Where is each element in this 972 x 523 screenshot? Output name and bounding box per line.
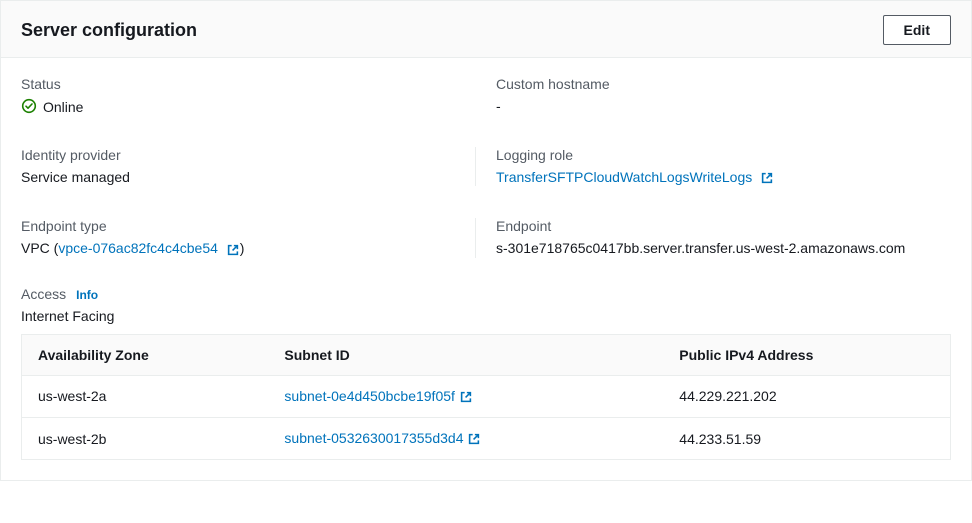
field-value-identity-provider: Service managed — [21, 169, 455, 185]
field-value-endpoint: s-301e718765c0417bb.server.transfer.us-w… — [496, 240, 951, 256]
cell-az: us-west-2b — [22, 417, 269, 459]
external-link-icon — [226, 242, 240, 258]
panel-header: Server configuration Edit — [1, 1, 971, 58]
vpce-link[interactable]: vpce-076ac82fc4c4cbe54 — [58, 240, 239, 256]
endpoint-type-prefix: VPC ( — [21, 240, 58, 256]
subnet-table: Availability Zone Subnet ID Public IPv4 … — [21, 334, 951, 461]
cell-ip: 44.233.51.59 — [663, 417, 950, 459]
field-status: Status Online — [21, 76, 476, 115]
edit-button[interactable]: Edit — [883, 15, 951, 45]
field-value-status: Online — [21, 98, 476, 115]
server-config-panel: Server configuration Edit Status Online — [0, 0, 972, 481]
field-label-endpoint: Endpoint — [496, 218, 951, 234]
col-subnet: Subnet ID — [268, 334, 663, 375]
field-value-custom-hostname: - — [496, 98, 951, 114]
access-value: Internet Facing — [21, 308, 951, 324]
table-row: us-west-2b subnet-0532630017355d3d4 44.233… — [22, 417, 951, 459]
access-header: Access Info — [21, 286, 951, 302]
cell-az: us-west-2a — [22, 375, 269, 417]
logging-role-link-text: TransferSFTPCloudWatchLogsWriteLogs — [496, 169, 752, 185]
field-value-logging-role: TransferSFTPCloudWatchLogsWriteLogs — [496, 169, 951, 186]
col-ip: Public IPv4 Address — [663, 334, 950, 375]
field-label-custom-hostname: Custom hostname — [496, 76, 951, 92]
subnet-link[interactable]: subnet-0e4d450bcbe19f05f — [284, 388, 472, 404]
table-header-row: Availability Zone Subnet ID Public IPv4 … — [22, 334, 951, 375]
subnet-link-text: subnet-0532630017355d3d4 — [284, 430, 463, 446]
subnet-link[interactable]: subnet-0532630017355d3d4 — [284, 430, 481, 446]
subnet-link-text: subnet-0e4d450bcbe19f05f — [284, 388, 454, 404]
vpce-link-text: vpce-076ac82fc4c4cbe54 — [58, 240, 218, 256]
cell-subnet: subnet-0532630017355d3d4 — [268, 417, 663, 459]
field-endpoint-type: Endpoint type VPC (vpce-076ac82fc4c4cbe5… — [21, 218, 476, 257]
external-link-icon — [459, 389, 473, 405]
panel-title: Server configuration — [21, 20, 197, 41]
fields-grid: Status Online Custom hostname - — [21, 76, 951, 258]
field-value-endpoint-type: VPC (vpce-076ac82fc4c4cbe54 ) — [21, 240, 455, 257]
external-link-icon — [760, 170, 774, 186]
field-custom-hostname: Custom hostname - — [496, 76, 951, 115]
panel-body: Status Online Custom hostname - — [1, 58, 971, 480]
table-row: us-west-2a subnet-0e4d450bcbe19f05f 44.229… — [22, 375, 951, 417]
field-logging-role: Logging role TransferSFTPCloudWatchLogsW… — [496, 147, 951, 186]
access-section: Access Info Internet Facing Availability… — [21, 286, 951, 461]
field-identity-provider: Identity provider Service managed — [21, 147, 476, 186]
endpoint-type-suffix: ) — [240, 240, 245, 256]
status-text: Online — [43, 99, 83, 115]
field-label-identity-provider: Identity provider — [21, 147, 455, 163]
info-link[interactable]: Info — [76, 288, 98, 302]
cell-subnet: subnet-0e4d450bcbe19f05f — [268, 375, 663, 417]
cell-ip: 44.229.221.202 — [663, 375, 950, 417]
external-link-icon — [467, 431, 481, 447]
field-label-logging-role: Logging role — [496, 147, 951, 163]
access-label: Access — [21, 286, 66, 302]
field-label-endpoint-type: Endpoint type — [21, 218, 455, 234]
logging-role-link[interactable]: TransferSFTPCloudWatchLogsWriteLogs — [496, 169, 774, 185]
field-label-status: Status — [21, 76, 476, 92]
field-endpoint: Endpoint s-301e718765c0417bb.server.tran… — [496, 218, 951, 257]
col-az: Availability Zone — [22, 334, 269, 375]
check-circle-icon — [21, 98, 37, 115]
